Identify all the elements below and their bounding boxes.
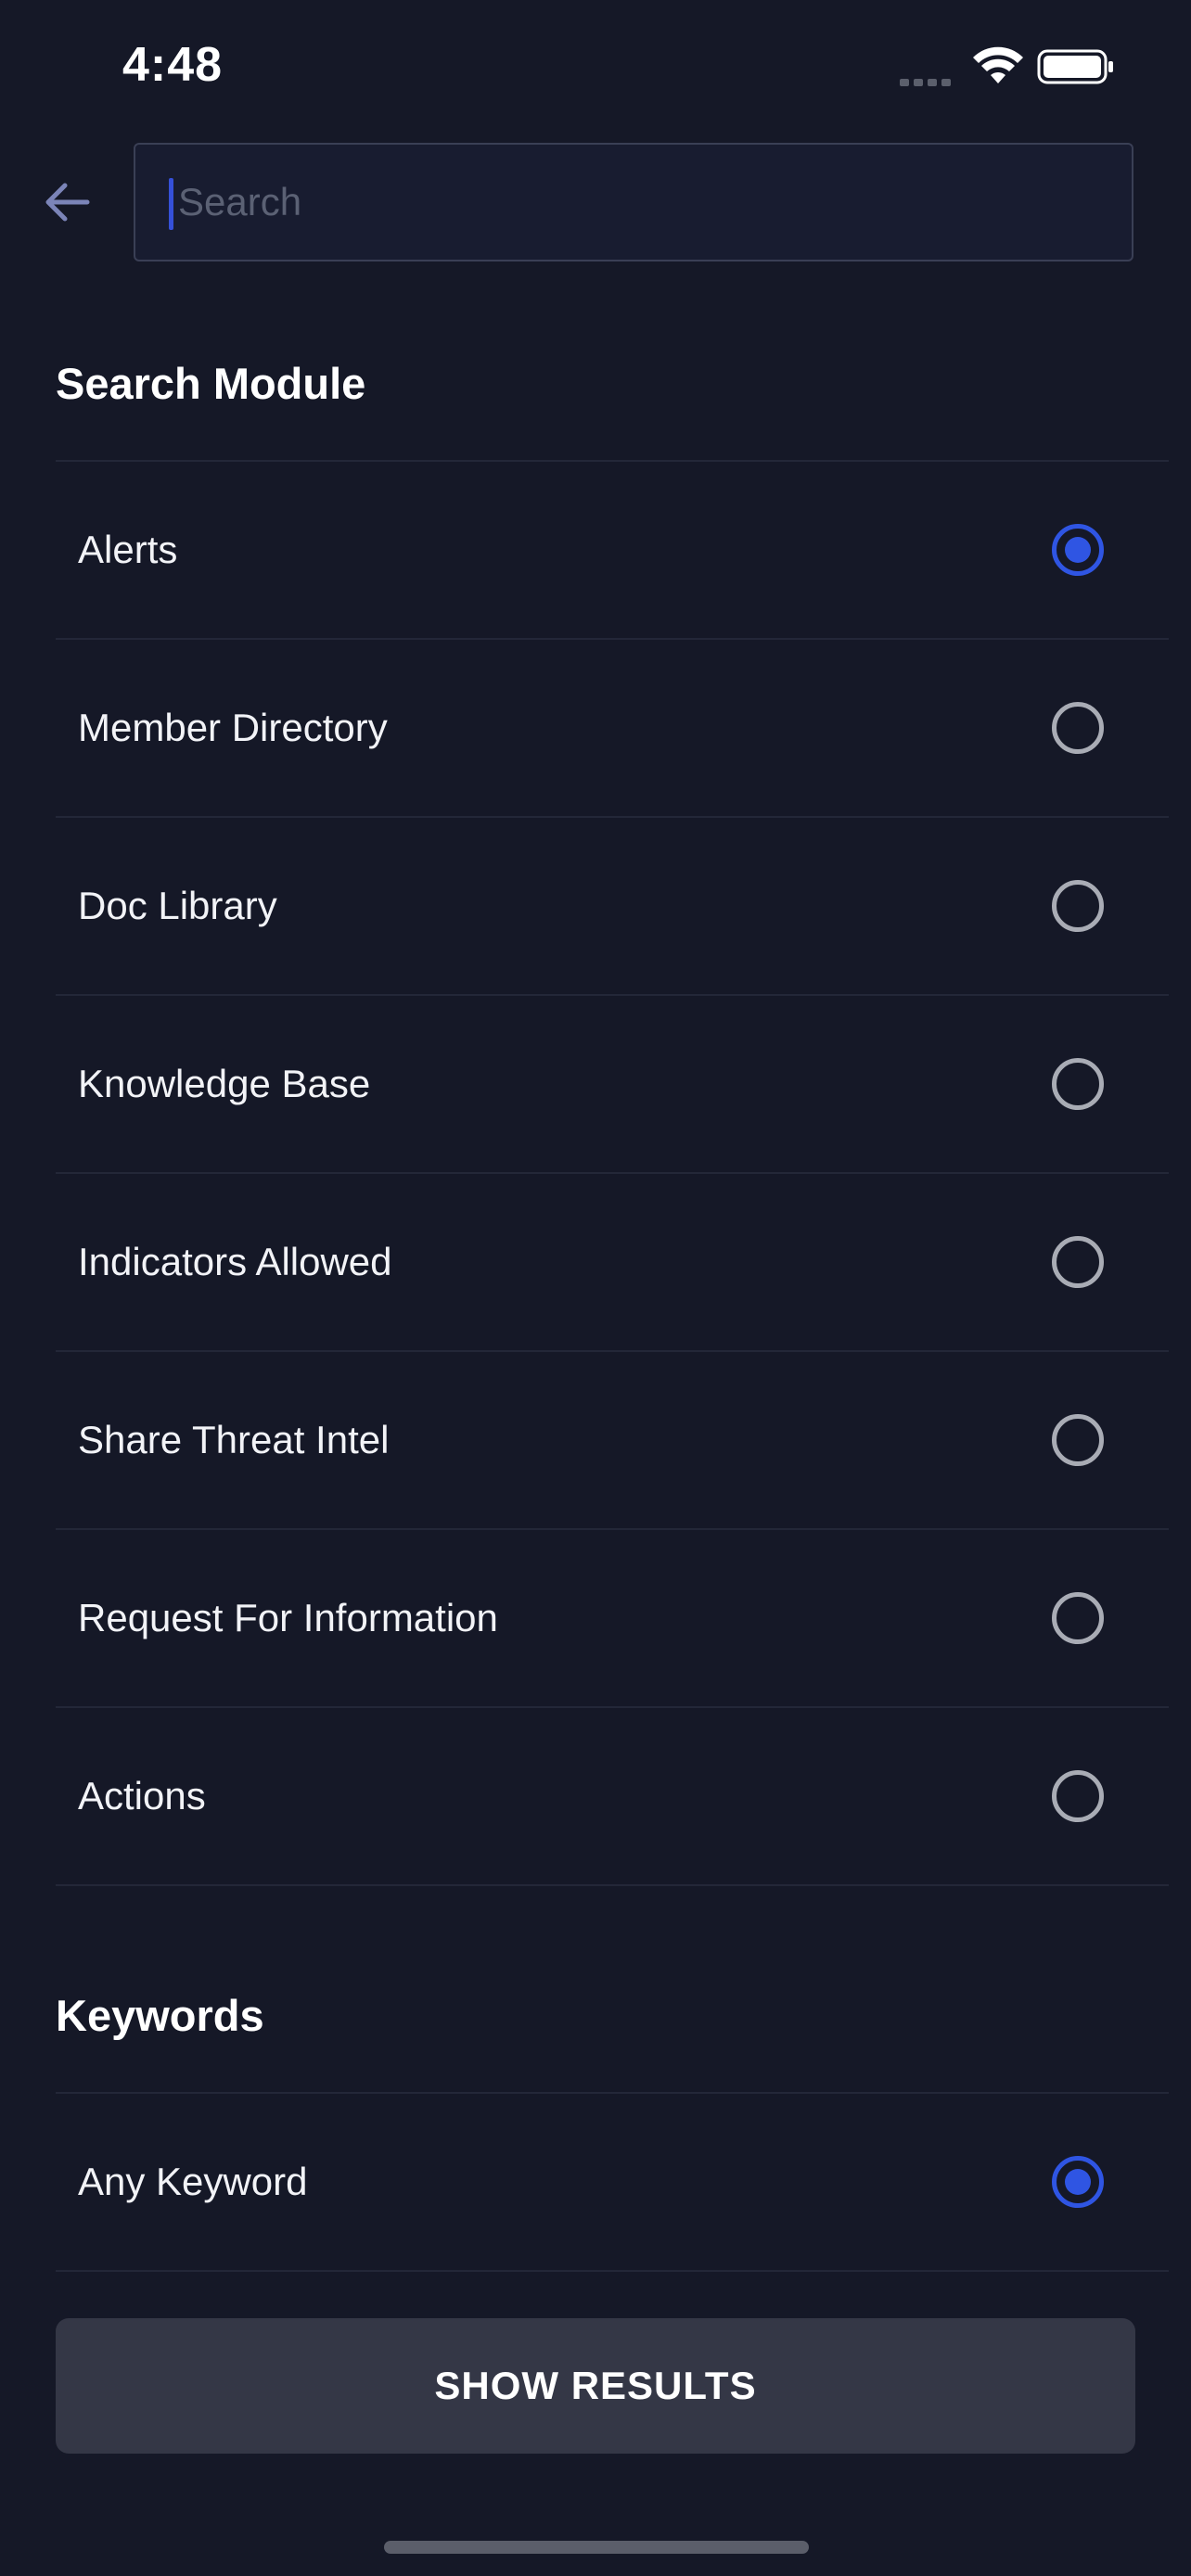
battery-icon [1037, 49, 1113, 84]
option-label: Actions [78, 1774, 206, 1817]
radio-unselected-icon[interactable] [1052, 702, 1104, 754]
search-box[interactable] [134, 143, 1133, 261]
option-label: Request For Information [78, 1596, 498, 1639]
option-any-keyword[interactable]: Any Keyword [56, 2094, 1169, 2272]
arrow-left-icon [45, 183, 90, 222]
status-time: 4:48 [122, 38, 224, 92]
radio-unselected-icon[interactable] [1052, 1058, 1104, 1110]
option-actions[interactable]: Actions [56, 1708, 1169, 1886]
option-alerts[interactable]: Alerts [56, 462, 1169, 640]
status-bar: 4:48 [0, 0, 1191, 139]
show-results-button[interactable]: SHOW RESULTS [56, 2318, 1135, 2454]
home-indicator [384, 2541, 809, 2554]
radio-unselected-icon[interactable] [1052, 1414, 1104, 1466]
back-button[interactable] [37, 172, 96, 232]
search-module-list: Alerts Member Directory Doc Library Know… [56, 460, 1169, 1886]
radio-unselected-icon[interactable] [1052, 1592, 1104, 1644]
option-label: Member Directory [78, 706, 388, 749]
cellular-signal-icon [900, 74, 957, 86]
option-share-threat-intel[interactable]: Share Threat Intel [56, 1352, 1169, 1530]
option-indicators-allowed[interactable]: Indicators Allowed [56, 1174, 1169, 1352]
option-knowledge-base[interactable]: Knowledge Base [56, 996, 1169, 1174]
option-label: Any Keyword [78, 2160, 308, 2203]
option-doc-library[interactable]: Doc Library [56, 818, 1169, 996]
option-label: Alerts [78, 528, 178, 571]
radio-selected-icon[interactable] [1052, 2156, 1104, 2208]
option-label: Doc Library [78, 884, 277, 927]
keywords-title: Keywords [56, 1991, 264, 2040]
option-label: Knowledge Base [78, 1062, 371, 1105]
search-input[interactable] [173, 145, 1106, 260]
radio-unselected-icon[interactable] [1052, 1236, 1104, 1288]
search-module-title: Search Module [56, 359, 366, 408]
option-label: Share Threat Intel [78, 1418, 390, 1461]
radio-unselected-icon[interactable] [1052, 880, 1104, 932]
option-request-for-information[interactable]: Request For Information [56, 1530, 1169, 1708]
wifi-icon [973, 46, 1023, 83]
radio-selected-icon[interactable] [1052, 524, 1104, 576]
option-member-directory[interactable]: Member Directory [56, 640, 1169, 818]
keywords-list: Any Keyword [56, 2092, 1169, 2272]
radio-unselected-icon[interactable] [1052, 1770, 1104, 1822]
option-label: Indicators Allowed [78, 1240, 392, 1283]
